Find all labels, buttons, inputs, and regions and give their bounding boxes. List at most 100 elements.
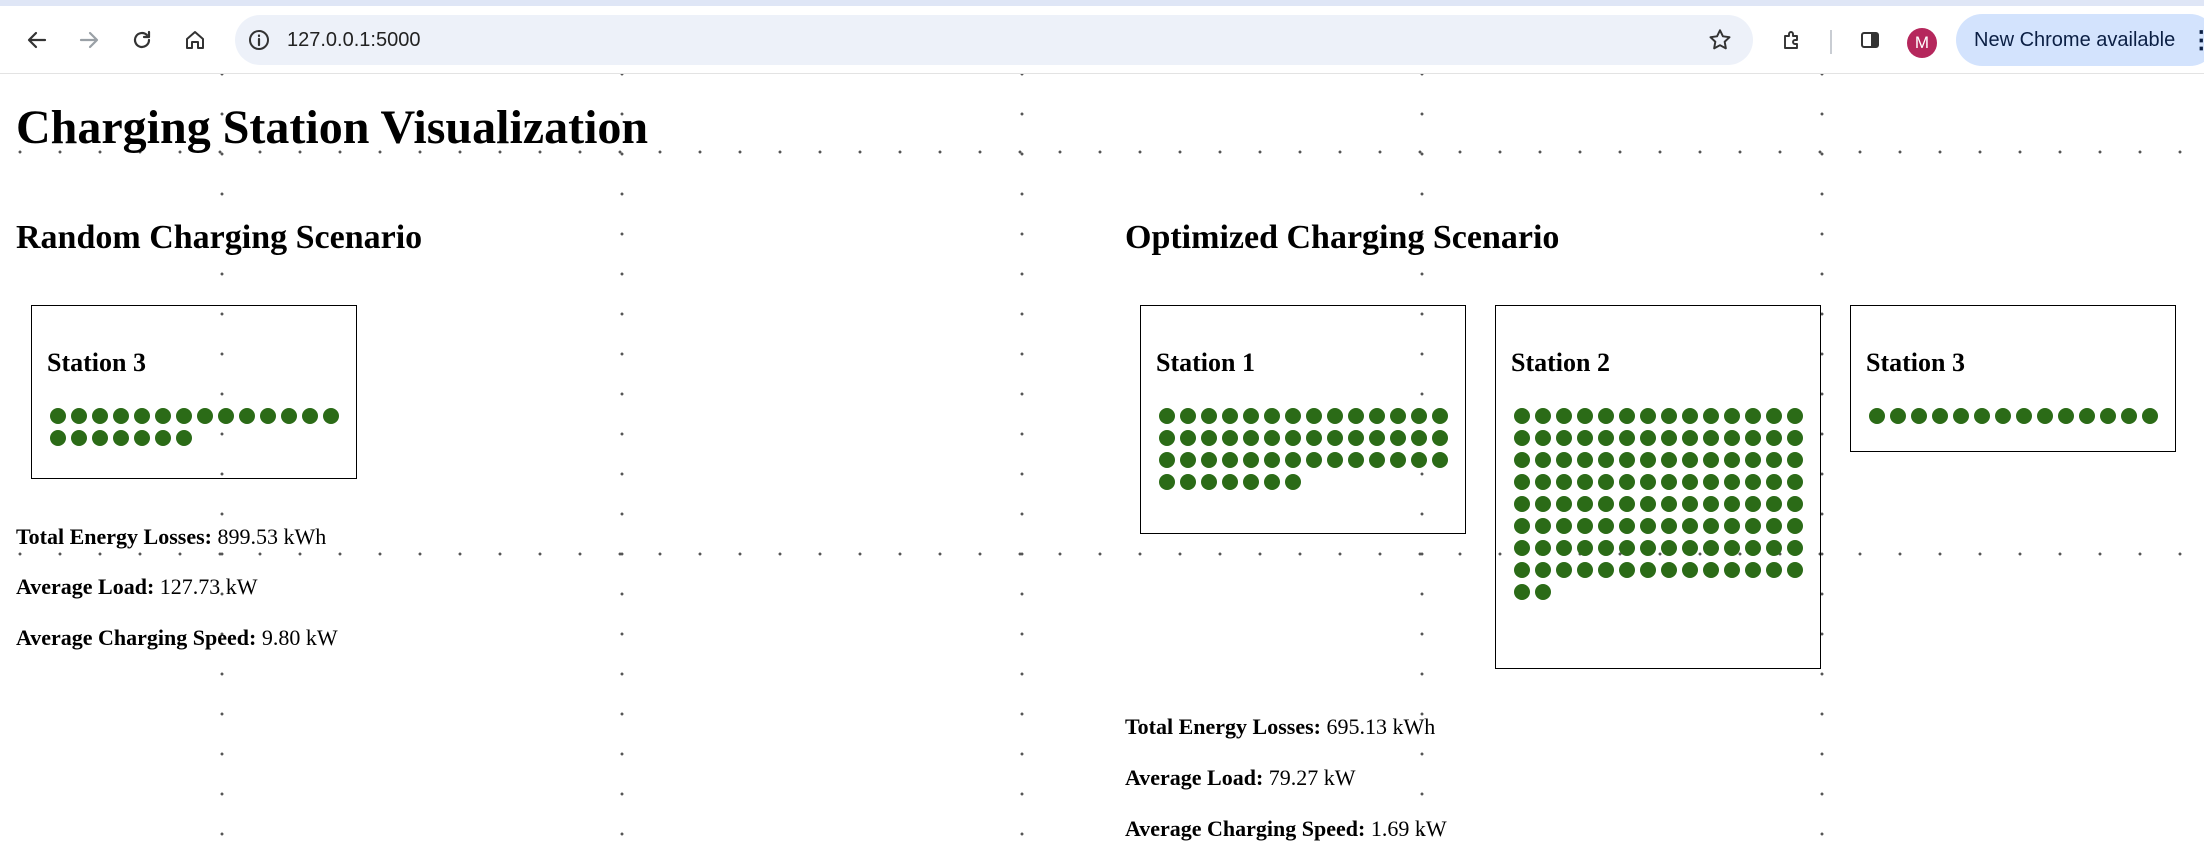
vehicle-dot (1661, 518, 1677, 534)
vehicle-dot (1619, 496, 1635, 512)
vehicle-dot (1159, 408, 1175, 424)
site-info-icon[interactable] (247, 28, 271, 52)
vehicle-dot (1514, 540, 1530, 556)
vehicle-dot (2058, 408, 2074, 424)
vehicle-dot (1953, 408, 1969, 424)
vehicle-dot (1535, 584, 1551, 600)
vehicle-dot (260, 408, 276, 424)
side-panel-button[interactable] (1850, 20, 1890, 60)
update-label: New Chrome available (1974, 28, 2176, 51)
vehicle-list (1514, 408, 1809, 600)
vehicle-dot (176, 430, 192, 446)
optimized-average-charging-speed: Average Charging Speed: 1.69 kW (1125, 816, 1447, 842)
side-panel-icon (1861, 32, 1879, 48)
optimized-total-energy-losses: Total Energy Losses: 695.13 kWh (1125, 714, 1435, 740)
station-name: Station 3 (1866, 348, 1965, 377)
profile-avatar[interactable]: M (1907, 28, 1937, 58)
vehicle-dot (1724, 540, 1740, 556)
dot-line-overlay (0, 552, 2204, 556)
address-bar[interactable]: 127.0.0.1:5000 (235, 15, 1753, 65)
vehicle-dot (1703, 452, 1719, 468)
bookmark-star-icon[interactable] (1707, 27, 1733, 53)
vehicle-dot (1787, 430, 1803, 446)
vehicle-dot (2016, 408, 2032, 424)
vehicle-dot (218, 408, 234, 424)
metric-label: Total Energy Losses: (1125, 714, 1321, 739)
vehicle-dot (1766, 562, 1782, 578)
vehicle-dot (1535, 452, 1551, 468)
back-button[interactable] (17, 20, 57, 60)
vehicle-dot (1974, 408, 1990, 424)
vehicle-dot (1682, 452, 1698, 468)
vehicle-dot (1766, 518, 1782, 534)
vehicle-dot (1243, 408, 1259, 424)
vehicle-dot (1724, 518, 1740, 534)
vehicle-dot (1159, 474, 1175, 490)
vehicle-dot (281, 408, 297, 424)
vehicle-dot (176, 408, 192, 424)
new-chrome-available-button[interactable]: New Chrome available ⋮ (1956, 14, 2204, 66)
vehicle-dot (1535, 430, 1551, 446)
vehicle-dot (1619, 562, 1635, 578)
metric-value: 127.73 kW (159, 574, 258, 599)
vehicle-dot (1432, 452, 1448, 468)
vehicle-dot (1661, 430, 1677, 446)
vehicle-dot (1724, 430, 1740, 446)
forward-button[interactable] (69, 20, 109, 60)
vehicle-dot (1577, 452, 1593, 468)
vehicle-dot (1264, 430, 1280, 446)
vehicle-dot (1724, 452, 1740, 468)
vehicle-dot (1535, 562, 1551, 578)
station-name: Station 3 (47, 348, 146, 377)
metric-label: Average Charging Speed: (16, 625, 257, 650)
vehicle-dot (1201, 474, 1217, 490)
vehicle-dot (1535, 408, 1551, 424)
vehicle-dot (1222, 408, 1238, 424)
vehicle-dot (1682, 474, 1698, 490)
vehicle-dot (1369, 430, 1385, 446)
vehicle-dot (1201, 430, 1217, 446)
vehicle-dot (1724, 562, 1740, 578)
home-button[interactable] (175, 20, 215, 60)
vehicle-dot (1556, 430, 1572, 446)
vehicle-dot (1640, 408, 1656, 424)
vehicle-dot (1724, 408, 1740, 424)
vehicle-dot (92, 408, 108, 424)
metric-value: 9.80 kW (261, 625, 338, 650)
vehicle-dot (1327, 430, 1343, 446)
vehicle-dot (1766, 408, 1782, 424)
vehicle-dot (1745, 562, 1761, 578)
vehicle-dot (134, 430, 150, 446)
more-vert-icon[interactable]: ⋮ (2189, 26, 2204, 55)
vehicle-dot (1640, 562, 1656, 578)
vehicle-dot (1514, 452, 1530, 468)
vehicle-dot (155, 408, 171, 424)
vehicle-dot (1535, 518, 1551, 534)
vehicle-dot (1348, 430, 1364, 446)
vehicle-dot (1911, 408, 1927, 424)
vehicle-dot (155, 430, 171, 446)
vehicle-dot (50, 408, 66, 424)
vehicle-dot (1703, 496, 1719, 512)
vehicle-dot (1201, 408, 1217, 424)
vehicle-dot (1514, 584, 1530, 600)
vehicle-dot (1703, 540, 1719, 556)
reload-button[interactable] (122, 20, 162, 60)
vehicle-dot (1682, 518, 1698, 534)
vehicle-dot (2100, 408, 2116, 424)
puzzle-icon (1784, 31, 1798, 49)
vehicle-dot (1514, 408, 1530, 424)
vehicle-dot (1577, 408, 1593, 424)
vehicle-dot (302, 408, 318, 424)
random-station-3: Station 3 (31, 305, 357, 479)
vehicle-list (1869, 408, 2164, 424)
extensions-button[interactable] (1772, 20, 1812, 60)
vehicle-dot (71, 430, 87, 446)
vehicle-dot (1348, 408, 1364, 424)
vehicle-dot (50, 430, 66, 446)
vehicle-dot (134, 408, 150, 424)
vehicle-dot (1640, 518, 1656, 534)
vehicle-dot (1703, 562, 1719, 578)
vehicle-dot (1243, 452, 1259, 468)
vehicle-dot (1745, 452, 1761, 468)
